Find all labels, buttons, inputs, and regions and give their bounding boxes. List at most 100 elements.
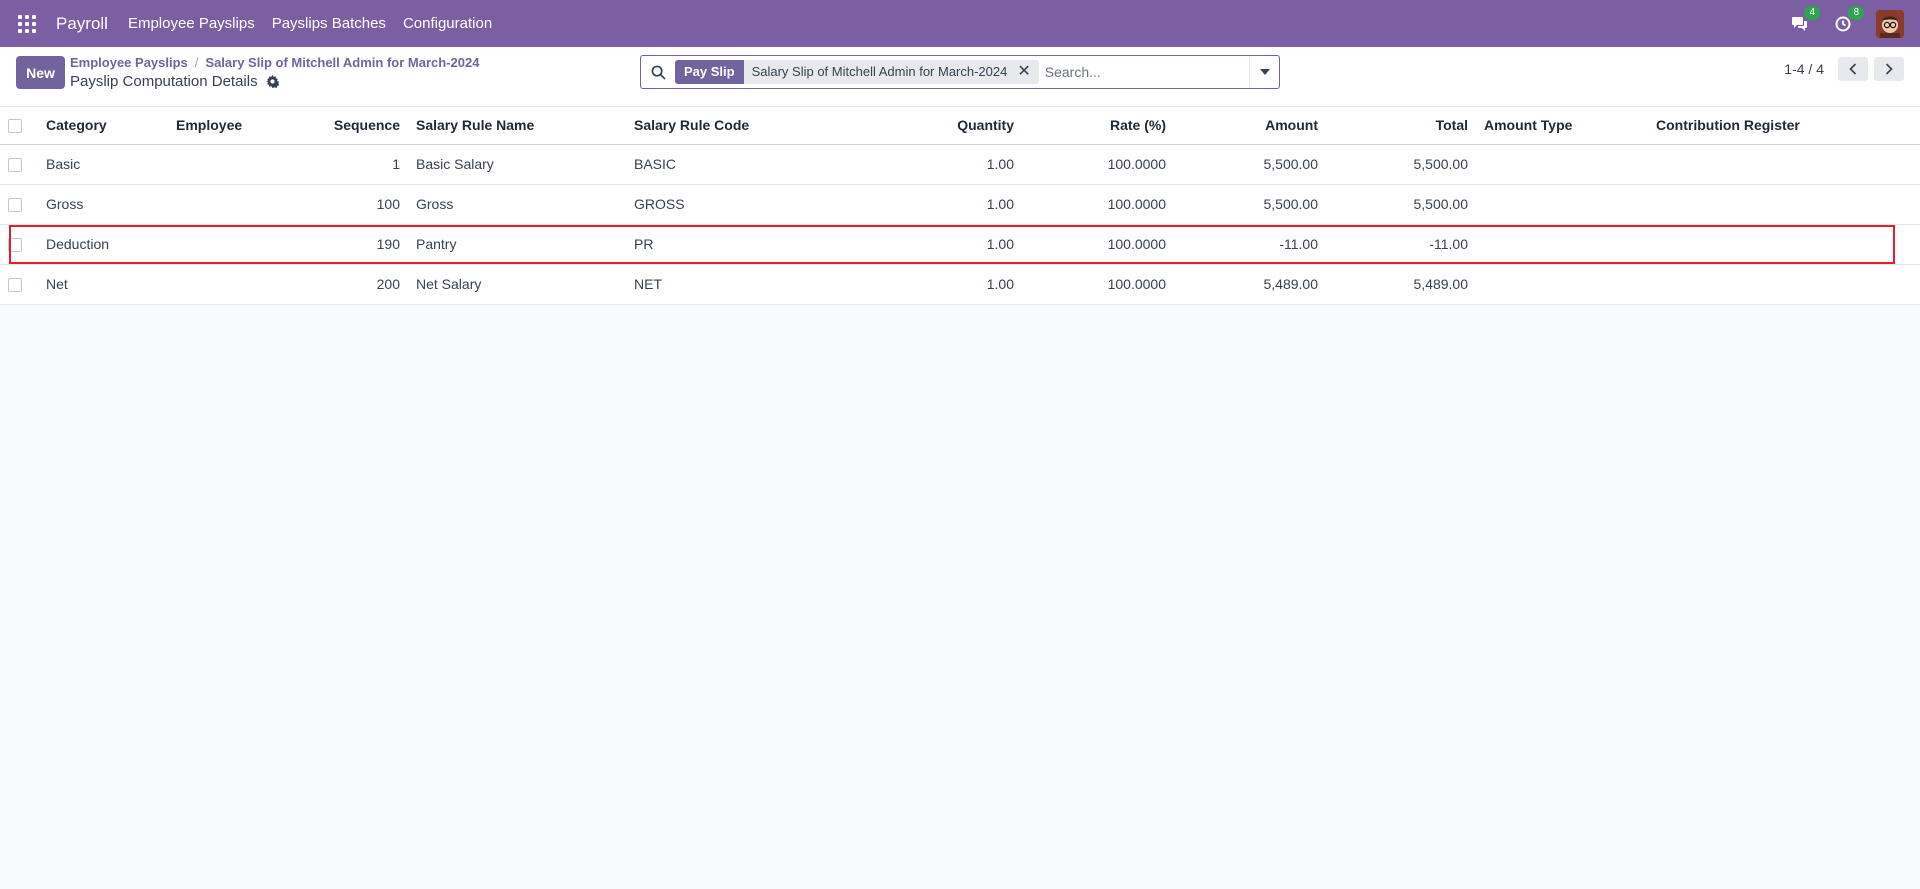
- col-contribution-register[interactable]: Contribution Register: [1648, 107, 1920, 145]
- cell-register: [1648, 224, 1920, 265]
- col-quantity[interactable]: Quantity: [846, 107, 1022, 145]
- cell-rate: 100.0000: [1022, 184, 1174, 225]
- clock-icon: [1835, 16, 1851, 31]
- menu-configuration[interactable]: Configuration: [403, 15, 492, 32]
- row-checkbox[interactable]: [8, 158, 22, 173]
- cell-register: [1648, 144, 1920, 185]
- cell-code: GROSS: [626, 184, 846, 225]
- chat-icon: [1791, 16, 1807, 31]
- chevron-right-icon: [1885, 63, 1893, 75]
- row-select-cell: [0, 224, 38, 265]
- user-avatar[interactable]: [1876, 9, 1904, 38]
- col-rate[interactable]: Rate (%): [1022, 107, 1174, 145]
- cell-total: 5,500.00: [1326, 144, 1476, 185]
- cell-code: BASIC: [626, 144, 846, 185]
- select-all-cell: [0, 107, 38, 145]
- col-employee[interactable]: Employee: [168, 107, 318, 145]
- chevron-left-icon: [1849, 63, 1857, 75]
- search-bar: Pay Slip Salary Slip of Mitchell Admin f…: [640, 55, 1280, 89]
- cell-amount-type: [1476, 224, 1648, 265]
- search-facet: Pay Slip Salary Slip of Mitchell Admin f…: [675, 60, 1039, 84]
- row-checkbox[interactable]: [8, 198, 22, 213]
- breadcrumb-employee-payslips[interactable]: Employee Payslips: [70, 55, 188, 70]
- cell-employee: [168, 264, 318, 305]
- cell-amount: 5,500.00: [1174, 184, 1326, 225]
- search-input[interactable]: [1044, 57, 1249, 87]
- col-sequence[interactable]: Sequence: [318, 107, 408, 145]
- cell-quantity: 1.00: [846, 184, 1022, 225]
- pager-previous-button[interactable]: [1838, 57, 1868, 81]
- row-checkbox[interactable]: [8, 238, 22, 253]
- cell-total: 5,489.00: [1326, 264, 1476, 305]
- list-view: Category Employee Sequence Salary Rule N…: [0, 107, 1920, 305]
- cell-total: 5,500.00: [1326, 184, 1476, 225]
- cell-code: PR: [626, 224, 846, 265]
- col-salary-rule-code[interactable]: Salary Rule Code: [626, 107, 846, 145]
- table-row[interactable]: Deduction 190 Pantry PR 1.00 100.0000 -1…: [0, 224, 1920, 265]
- breadcrumb-salary-slip[interactable]: Salary Slip of Mitchell Admin for March-…: [205, 55, 479, 70]
- gear-icon[interactable]: [265, 75, 279, 88]
- table-row[interactable]: Gross 100 Gross GROSS 1.00 100.0000 5,50…: [0, 184, 1920, 225]
- cell-category: Gross: [38, 184, 168, 225]
- cell-register: [1648, 184, 1920, 225]
- cell-name: Gross: [408, 184, 626, 225]
- cell-code: NET: [626, 264, 846, 305]
- cell-amount: 5,489.00: [1174, 264, 1326, 305]
- page-title: Payslip Computation Details: [70, 73, 258, 90]
- cell-employee: [168, 144, 318, 185]
- cell-register: [1648, 264, 1920, 305]
- col-total[interactable]: Total: [1326, 107, 1476, 145]
- cell-employee: [168, 184, 318, 225]
- search-options-toggle[interactable]: [1249, 56, 1279, 88]
- cell-quantity: 1.00: [846, 224, 1022, 265]
- apps-menu-icon[interactable]: [18, 14, 36, 33]
- table-row[interactable]: Basic 1 Basic Salary BASIC 1.00 100.0000…: [0, 144, 1920, 185]
- cell-name: Basic Salary: [408, 144, 626, 185]
- computation-table: Category Employee Sequence Salary Rule N…: [0, 107, 1920, 305]
- facet-value: Salary Slip of Mitchell Admin for March-…: [751, 64, 1008, 79]
- facet-label: Pay Slip: [675, 60, 744, 84]
- app-brand[interactable]: Payroll: [56, 14, 108, 34]
- cell-amount-type: [1476, 144, 1648, 185]
- search-icon: [641, 65, 675, 80]
- row-checkbox[interactable]: [8, 278, 22, 293]
- cell-amount: 5,500.00: [1174, 144, 1326, 185]
- menu-payslips-batches[interactable]: Payslips Batches: [272, 15, 386, 32]
- menu-employee-payslips[interactable]: Employee Payslips: [128, 15, 255, 32]
- cell-sequence: 1: [318, 144, 408, 185]
- caret-down-icon: [1259, 69, 1270, 75]
- cell-quantity: 1.00: [846, 264, 1022, 305]
- facet-value-wrap: Salary Slip of Mitchell Admin for March-…: [743, 60, 1039, 84]
- top-navbar: Payroll Employee Payslips Payslips Batch…: [0, 0, 1920, 47]
- cell-amount-type: [1476, 264, 1648, 305]
- pager-value[interactable]: 1-4 / 4: [1784, 61, 1824, 77]
- activities-badge: 8: [1848, 5, 1864, 20]
- cell-name: Pantry: [408, 224, 626, 265]
- row-select-cell: [0, 144, 38, 185]
- messages-badge: 4: [1804, 5, 1820, 20]
- breadcrumb: Employee Payslips / Salary Slip of Mitchel…: [70, 55, 480, 70]
- cell-rate: 100.0000: [1022, 144, 1174, 185]
- cell-category: Deduction: [38, 224, 168, 265]
- cell-name: Net Salary: [408, 264, 626, 305]
- pager-next-button[interactable]: [1874, 57, 1904, 81]
- table-header: Category Employee Sequence Salary Rule N…: [0, 107, 1920, 145]
- col-amount[interactable]: Amount: [1174, 107, 1326, 145]
- cell-quantity: 1.00: [846, 144, 1022, 185]
- row-select-cell: [0, 264, 38, 305]
- cell-total: -11.00: [1326, 224, 1476, 265]
- col-category[interactable]: Category: [38, 107, 168, 145]
- messages-button[interactable]: 4: [1788, 5, 1820, 35]
- activities-button[interactable]: 8: [1832, 5, 1864, 35]
- new-button[interactable]: New: [16, 56, 65, 89]
- cell-sequence: 100: [318, 184, 408, 225]
- table-row[interactable]: Net 200 Net Salary NET 1.00 100.0000 5,4…: [0, 264, 1920, 305]
- page-title-wrap: Payslip Computation Details: [70, 73, 279, 90]
- cell-category: Basic: [38, 144, 168, 185]
- cell-amount-type: [1476, 184, 1648, 225]
- close-icon[interactable]: ✕: [1017, 64, 1030, 80]
- col-amount-type[interactable]: Amount Type: [1476, 107, 1648, 145]
- col-salary-rule-name[interactable]: Salary Rule Name: [408, 107, 626, 145]
- cell-employee: [168, 224, 318, 265]
- select-all-checkbox[interactable]: [8, 119, 22, 134]
